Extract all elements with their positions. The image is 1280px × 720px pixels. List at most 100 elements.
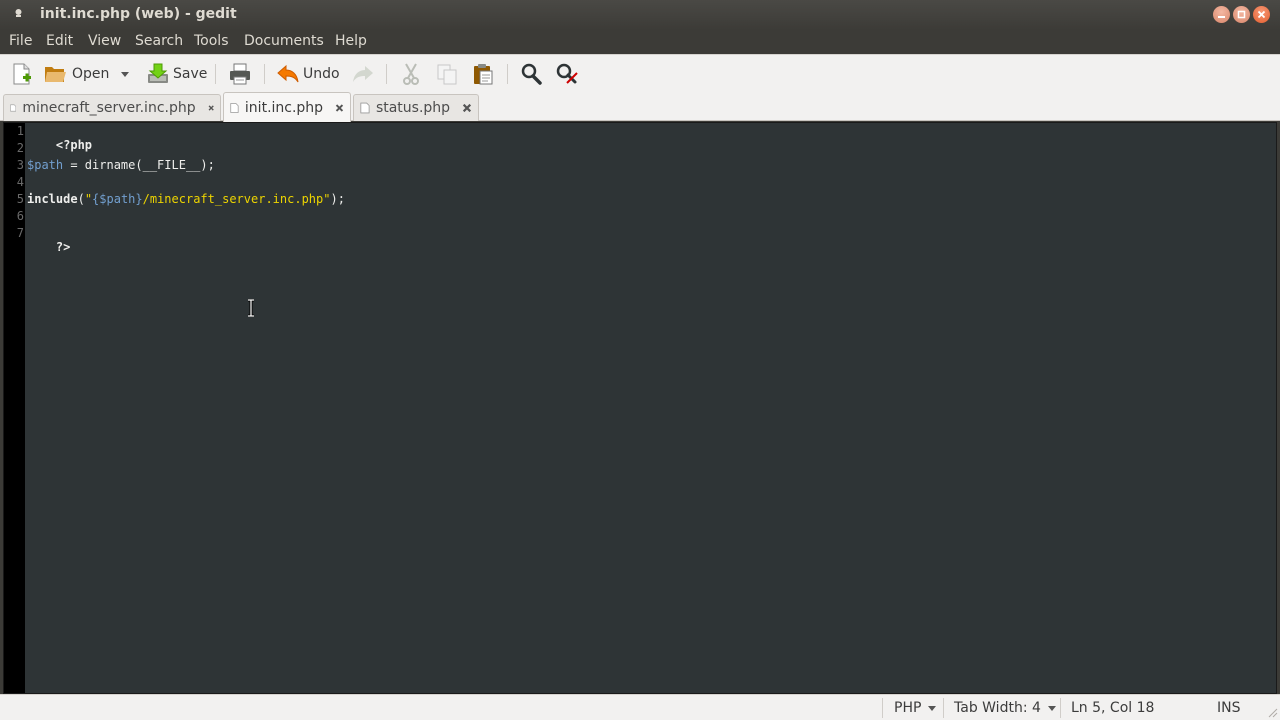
php-close-tag: ?> [55,240,71,254]
title-bar: init.inc.php (web) - gedit [0,0,1280,30]
open-button-label: Open [72,66,110,82]
window-controls [1213,6,1270,23]
printer-icon [230,63,250,85]
redo-icon [353,66,373,82]
close-tab-icon[interactable] [335,102,344,114]
menu-help[interactable]: Help [335,30,367,49]
code-token: ); [330,192,345,206]
status-separator [1060,698,1061,718]
string-token: " [84,192,93,206]
maximize-icon [1237,10,1246,19]
code-line-7: ?> [27,226,70,268]
window-menu-icon[interactable] [15,9,22,18]
document-tabs: minecraft_server.inc.php init.inc.php st… [0,92,1280,122]
status-bar: PHP Tab Width: 4 Ln 5, Col 18 INS [0,694,1280,720]
save-button-label: Save [173,66,208,82]
code-token: ( [77,192,85,206]
search-icon [521,63,542,85]
tab-label: init.inc.php [244,99,324,116]
cut-button[interactable] [399,61,423,87]
copy-button[interactable] [435,61,459,87]
toolbar-separator [507,64,508,84]
toolbar-separator [386,64,387,84]
chevron-down-icon [1047,706,1056,711]
resize-grip-icon[interactable] [1266,706,1278,718]
status-separator [943,698,944,718]
close-tab-icon[interactable] [208,102,214,114]
close-icon [1257,10,1266,19]
document-icon [360,102,370,114]
keyword-token: include [27,192,78,206]
tab-init-inc[interactable]: init.inc.php [223,92,351,122]
open-button[interactable]: Open [43,61,109,87]
find-button[interactable] [519,61,543,87]
cursor-position: Ln 5, Col 18 [1071,700,1154,716]
document-icon [10,104,17,112]
find-replace-button[interactable] [555,61,579,87]
line-number: 5 [16,192,24,206]
insert-mode: INS [1217,700,1241,716]
tab-width-label: Tab Width: 4 [954,700,1041,716]
code-token: = dirname(__FILE__); [63,158,215,172]
line-number: 3 [16,158,24,172]
new-document-button[interactable] [10,61,34,87]
new-document-icon [13,63,31,85]
tab-label: minecraft_server.inc.php [22,100,196,116]
find-replace-icon [556,63,578,84]
variable-token: $path [27,158,64,172]
menu-file[interactable]: File [9,30,32,49]
cursor-position-label: Ln 5, Col 18 [1071,700,1155,716]
scissors-icon [403,63,419,85]
line-number: 6 [16,209,24,223]
menu-bar: File Edit View Search Tools Documents He… [0,30,1280,54]
menu-edit[interactable]: Edit [46,30,73,49]
redo-button[interactable] [351,61,375,87]
tab-status[interactable]: status.php [353,94,479,121]
paste-icon [474,64,493,85]
undo-icon [277,64,299,83]
minimize-icon [1218,16,1225,18]
undo-button-label: Undo [303,66,340,82]
folder-open-icon [45,67,66,82]
insert-mode-label: INS [1217,700,1241,716]
tab-width-selector[interactable]: Tab Width: 4 [954,700,1057,716]
tab-minecraft-server[interactable]: minecraft_server.inc.php [3,94,221,121]
line-number: 1 [16,124,24,138]
code-line-3: $path = dirname(__FILE__); [27,158,215,172]
line-number-gutter: 1 2 3 4 5 6 7 [4,123,25,693]
line-number: 2 [16,141,24,155]
code-line-5: include("{$path}/minecraft_server.inc.ph… [27,192,345,206]
print-button[interactable] [228,61,252,87]
toolbar-separator [264,64,265,84]
menu-tools[interactable]: Tools [194,30,229,49]
paste-button[interactable] [471,61,495,87]
chevron-down-icon [121,72,129,77]
menu-search[interactable]: Search [135,30,183,49]
status-separator [882,698,883,718]
open-recent-dropdown[interactable] [119,61,131,87]
tab-label: status.php [375,100,451,116]
close-window-button[interactable] [1253,6,1270,23]
php-open-tag: <?php [55,138,93,152]
string-token: /minecraft_server.inc.php" [142,192,331,206]
window-title: init.inc.php (web) - gedit [40,6,237,22]
language-selector[interactable]: PHP [894,700,937,716]
text-cursor-icon [248,299,254,317]
save-icon [148,63,168,83]
toolbar-separator [215,64,216,84]
undo-button[interactable]: Undo [276,61,340,87]
document-icon [230,102,239,113]
toolbar: Open Save Undo [0,54,1280,92]
chevron-down-icon [928,706,937,711]
minimize-button[interactable] [1213,6,1230,23]
line-number: 7 [16,226,24,240]
copy-icon [437,64,457,85]
language-label: PHP [894,700,922,716]
line-number: 4 [16,175,24,189]
menu-documents[interactable]: Documents [244,30,324,49]
code-editor[interactable]: 1 2 3 4 5 6 7 <?php $path = dirname(__FI… [3,122,1277,694]
save-button[interactable]: Save [146,61,207,87]
menu-view[interactable]: View [88,30,121,49]
maximize-button[interactable] [1233,6,1250,23]
close-tab-icon[interactable] [462,102,472,114]
